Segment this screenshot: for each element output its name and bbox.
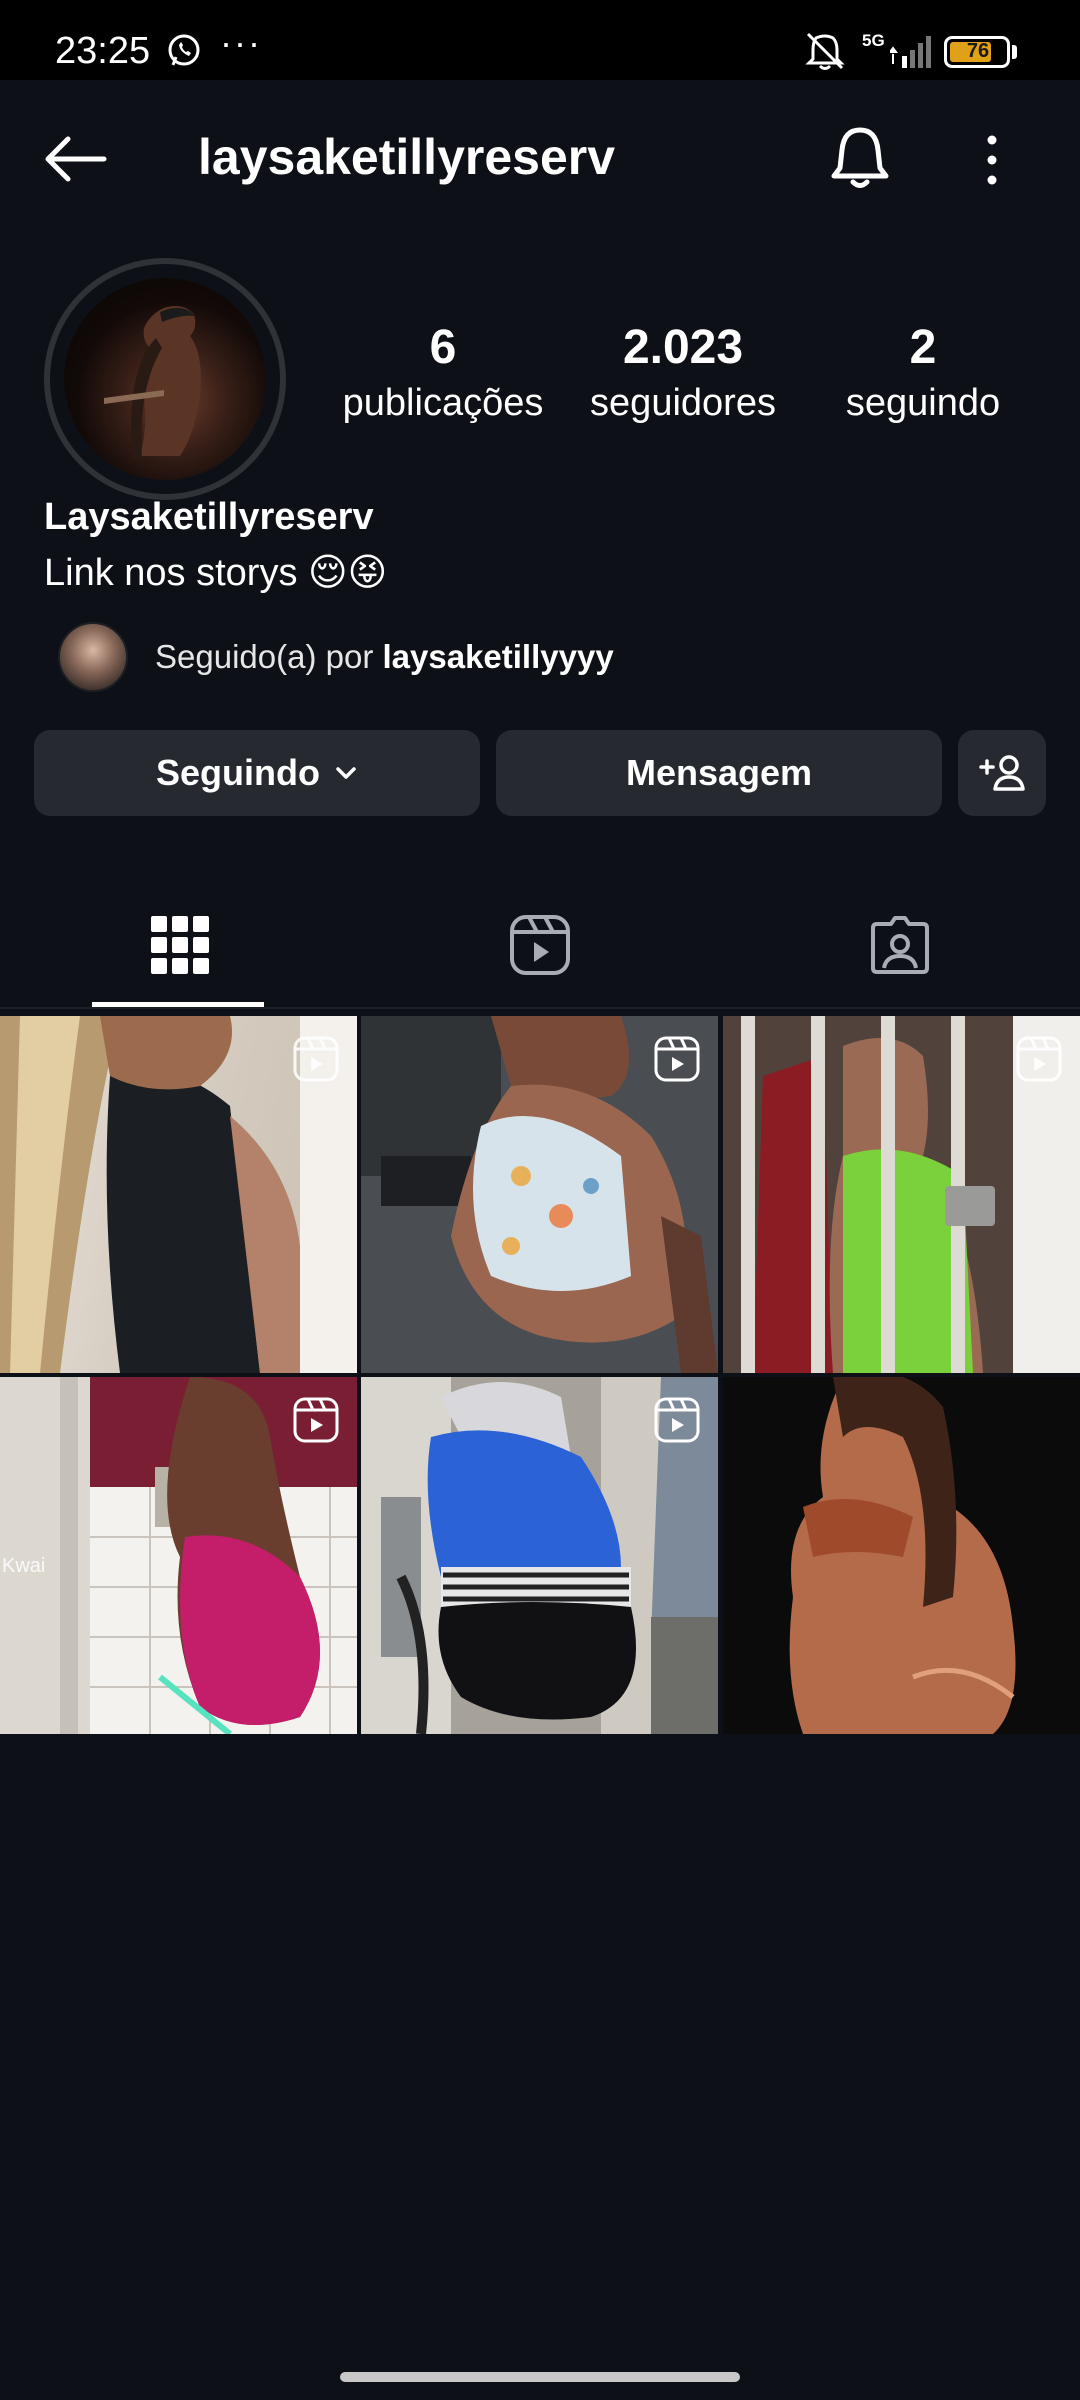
add-user-icon	[979, 755, 1025, 791]
bell-icon[interactable]	[826, 124, 894, 192]
message-button-label: Mensagem	[625, 752, 813, 793]
post-tile[interactable]	[0, 1016, 357, 1373]
followed-by-user[interactable]: laysaketillyyyy	[382, 638, 613, 675]
watermark-text: Kwai	[2, 1555, 46, 1577]
posts-stat: 6 publicações	[313, 318, 573, 428]
reel-icon	[654, 1036, 700, 1082]
reel-icon	[293, 1036, 339, 1082]
post-tile[interactable]: Kwai	[0, 1377, 357, 1734]
home-indicator[interactable]	[340, 2372, 740, 2382]
following-stat[interactable]: 2 seguindo	[793, 318, 1053, 428]
tagged-icon	[871, 916, 929, 974]
grid-icon	[151, 916, 209, 974]
chevron-down-icon	[336, 767, 356, 779]
profile-avatar-ring[interactable]	[44, 258, 286, 500]
post-tile[interactable]	[723, 1016, 1080, 1373]
suggested-users-button[interactable]	[958, 730, 1046, 816]
battery-cap	[1012, 45, 1017, 59]
following-button[interactable]: Seguindo	[34, 730, 480, 816]
profile-tabs	[0, 880, 1080, 1010]
battery-level: 76	[966, 40, 990, 62]
followed-by-prefix: Seguido(a) por	[155, 638, 383, 675]
back-arrow-icon[interactable]	[42, 134, 108, 184]
tabs-divider	[0, 1007, 1080, 1009]
reel-icon	[654, 1397, 700, 1443]
post-tile[interactable]	[723, 1377, 1080, 1734]
more-options-icon[interactable]	[974, 132, 1010, 188]
signal-icon	[890, 36, 931, 68]
followers-stat[interactable]: 2.023 seguidores	[553, 318, 813, 428]
vibrate-off-icon	[805, 32, 845, 70]
following-count: 2	[909, 321, 937, 374]
reels-icon	[510, 915, 570, 975]
tab-tagged[interactable]	[720, 880, 1080, 1010]
followers-label: seguidores	[590, 382, 776, 424]
network-type: 5G	[862, 31, 885, 50]
posts-label: publicações	[342, 382, 544, 424]
profile-display-name: Laysaketillyreserv	[44, 496, 374, 538]
post-tile[interactable]	[361, 1016, 718, 1373]
posts-count: 6	[429, 321, 457, 374]
tab-posts-grid[interactable]	[0, 880, 360, 1010]
following-label: seguindo	[845, 382, 1001, 424]
status-bar: 23:25 ··· 5G 76	[0, 0, 1080, 80]
tab-reels[interactable]	[360, 880, 720, 1010]
reel-icon	[1016, 1036, 1062, 1082]
follower-avatar[interactable]	[58, 622, 128, 692]
profile-avatar	[64, 278, 266, 480]
notification-more-icon: ···	[220, 22, 262, 63]
status-time: 23:25	[55, 30, 151, 72]
profile-bio: Link nos storys 😌😝	[44, 552, 388, 594]
message-button[interactable]: Mensagem	[496, 730, 942, 816]
followers-count: 2.023	[622, 321, 744, 374]
followed-by-text[interactable]: Seguido(a) por laysaketillyyyy	[155, 638, 614, 676]
header-username: laysaketillyreserv	[198, 129, 616, 185]
following-button-label: Seguindo	[156, 752, 320, 793]
reel-icon	[293, 1397, 339, 1443]
profile-header: laysaketillyreserv	[0, 80, 1080, 240]
post-tile[interactable]	[361, 1377, 718, 1734]
whatsapp-icon	[168, 34, 200, 66]
